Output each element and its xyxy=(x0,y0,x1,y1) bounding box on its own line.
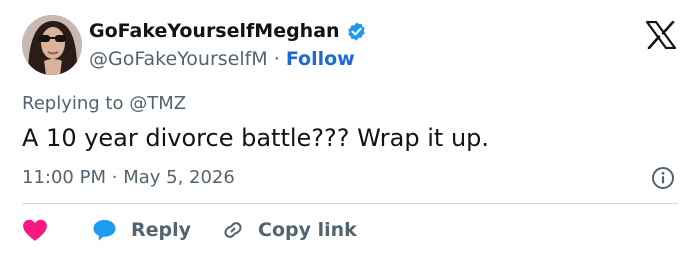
handle[interactable]: @GoFakeYourselfM xyxy=(89,48,268,70)
copy-link-button[interactable]: Copy link xyxy=(222,219,357,241)
speech-bubble-icon xyxy=(93,220,116,241)
heart-icon xyxy=(23,219,47,241)
handle-separator: · xyxy=(273,48,280,70)
like-button[interactable] xyxy=(22,218,48,242)
avatar[interactable] xyxy=(22,15,82,75)
timestamp-separator: · xyxy=(111,167,118,188)
timestamp[interactable]: 11:00 PM · May 5, 2026 xyxy=(22,167,235,188)
action-bar: Reply Copy link xyxy=(22,215,357,245)
info-icon[interactable] xyxy=(651,166,675,190)
reply-label: Reply xyxy=(131,219,192,241)
divider xyxy=(22,203,678,204)
replying-to-prefix: Replying to xyxy=(22,93,124,114)
display-name-text: GoFakeYourselfMeghan xyxy=(89,20,340,42)
tweet-text: A 10 year divorce battle??? Wrap it up. xyxy=(22,124,490,152)
tweet-date: May 5, 2026 xyxy=(123,167,235,188)
replying-to-handle[interactable]: @TMZ xyxy=(129,93,186,114)
profile-photo-icon xyxy=(22,15,82,75)
follow-button[interactable]: Follow xyxy=(286,48,355,70)
copy-link-label: Copy link xyxy=(258,219,357,241)
x-logo-icon[interactable] xyxy=(645,20,677,50)
verified-badge-icon xyxy=(346,21,367,42)
replying-to: Replying to @TMZ xyxy=(22,93,186,114)
link-icon xyxy=(224,222,242,238)
handle-line: @GoFakeYourselfM · Follow xyxy=(89,48,355,70)
reply-button[interactable]: Reply xyxy=(92,218,191,242)
display-name[interactable]: GoFakeYourselfMeghan xyxy=(89,20,367,42)
tweet-time: 11:00 PM xyxy=(22,167,106,188)
